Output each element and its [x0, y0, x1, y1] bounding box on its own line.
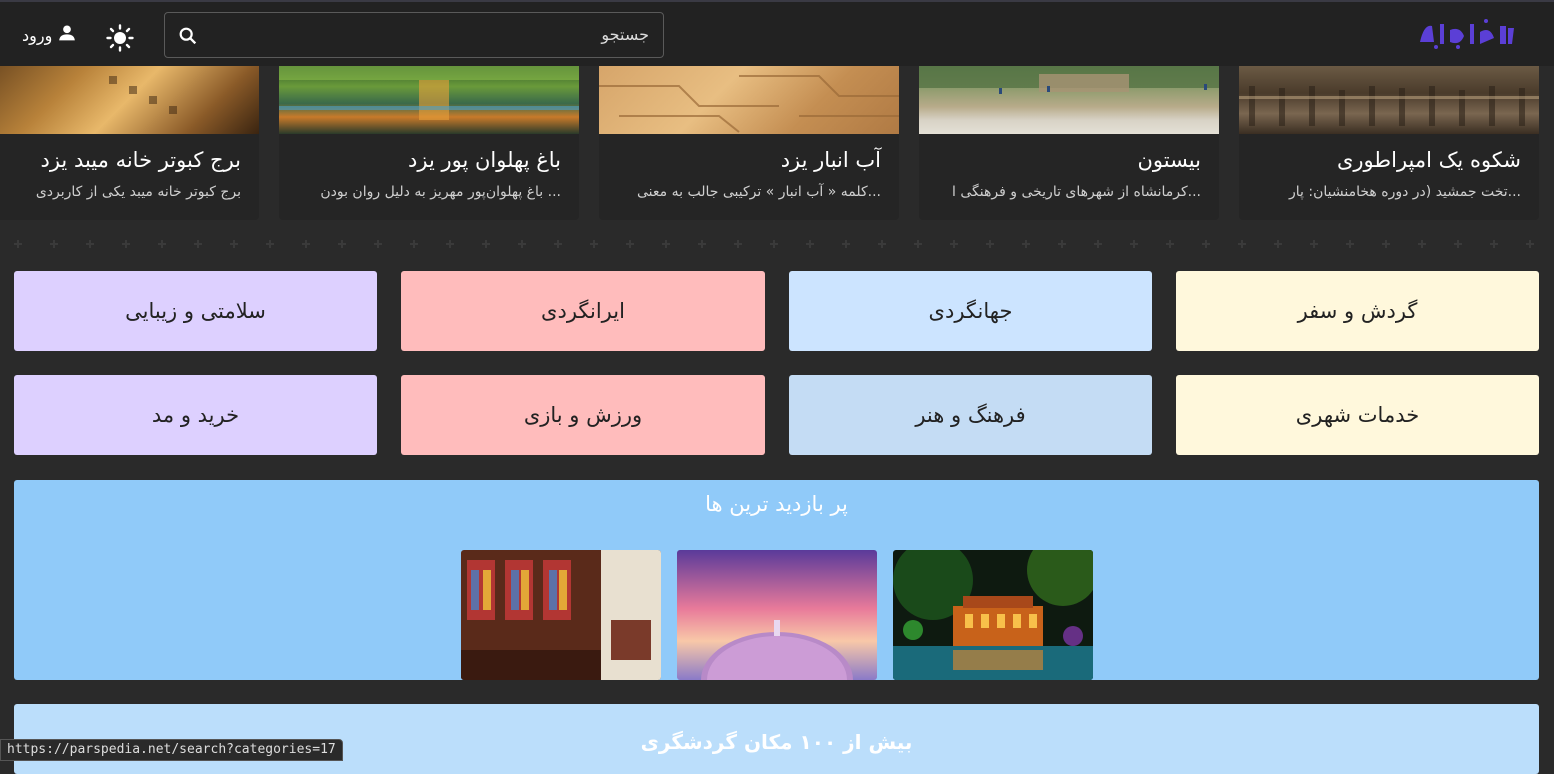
- category-city-services[interactable]: خدمات شهری: [1176, 375, 1539, 455]
- category-label: فرهنگ و هنر: [915, 403, 1026, 427]
- category-travel[interactable]: گردش و سفر: [1176, 271, 1539, 351]
- login-label: ورود: [22, 25, 53, 45]
- card-image: [0, 66, 259, 134]
- card-image: [919, 66, 1219, 134]
- category-label: خدمات شهری: [1295, 403, 1420, 427]
- carousel-card[interactable]: باغ پهلوان پور یزد باغ پهلوان‌پور مهریز …: [279, 66, 579, 220]
- category-label: خرید و مد: [151, 403, 240, 427]
- category-world-tourism[interactable]: جهانگردی: [789, 271, 1152, 351]
- card-description: برج کبوتر خانه میبد یکی از کاربردی‌: [35, 184, 241, 200]
- person-icon: [56, 22, 78, 48]
- category-iran-tourism[interactable]: ایرانگردی: [401, 271, 765, 351]
- card-image: [599, 66, 899, 134]
- card-title: باغ پهلوان پور یزد: [408, 148, 561, 172]
- category-sport-games[interactable]: ورزش و بازی: [401, 375, 765, 455]
- card-title: آب انبار یزد: [780, 148, 881, 172]
- login-button[interactable]: ورود: [22, 22, 78, 48]
- category-shopping-fashion[interactable]: خرید و مد: [14, 375, 377, 455]
- search-placeholder: جستجو: [601, 25, 649, 44]
- card-description: باغ پهلوان‌پور مهریز به دلیل روان بودن .…: [320, 184, 561, 200]
- category-label: ایرانگردی: [541, 299, 625, 323]
- card-description: کلمه « آب انبار » ترکیبی جالب به معنی...: [637, 184, 881, 200]
- category-label: سلامتی و زیبایی: [125, 299, 266, 323]
- category-health-beauty[interactable]: سلامتی و زیبایی: [14, 271, 377, 351]
- card-description: تخت جمشید (در دوره هخامنشیان: پار...: [1289, 184, 1521, 200]
- section-title: پر بازدید ترین ها: [705, 492, 848, 516]
- background-pattern: [0, 226, 1554, 270]
- category-label: جهانگردی: [928, 299, 1013, 323]
- card-image: [1239, 66, 1539, 134]
- place-image: [893, 550, 1093, 680]
- search-input[interactable]: جستجو: [164, 12, 664, 58]
- link-status-bar: https://parspedia.net/search?categories=…: [0, 739, 343, 761]
- sun-icon: [106, 24, 134, 56]
- card-title: شکوه یک امپراطوری: [1336, 148, 1521, 172]
- site-logo[interactable]: [1414, 16, 1516, 52]
- carousel-card[interactable]: برج کبوتر خانه میبد یزد برج کبوتر خانه م…: [0, 66, 259, 220]
- carousel-card[interactable]: بیستون کرمانشاه از شهرهای تاریخی و فرهنگ…: [919, 66, 1219, 220]
- top-app-bar: جستجو ورود: [0, 0, 1554, 66]
- carousel-card[interactable]: شکوه یک امپراطوری تخت جمشید (در دوره هخا…: [1239, 66, 1539, 220]
- place-image: [677, 550, 877, 680]
- card-title: برج کبوتر خانه میبد یزد: [40, 148, 241, 172]
- category-label: ورزش و بازی: [523, 403, 643, 427]
- place-image: [461, 550, 661, 680]
- card-description: کرمانشاه از شهرهای تاریخی و فرهنگی ا...: [952, 184, 1201, 200]
- most-visited-section: پر بازدید ترین ها: [14, 480, 1539, 680]
- popular-place-card[interactable]: [461, 550, 661, 680]
- card-title: بیستون: [1137, 148, 1201, 172]
- featured-carousel: شکوه یک امپراطوری تخت جمشید (در دوره هخا…: [0, 66, 1554, 226]
- category-label: گردش و سفر: [1297, 299, 1418, 323]
- carousel-card[interactable]: آب انبار یزد کلمه « آب انبار » ترکیبی جا…: [599, 66, 899, 220]
- theme-toggle-button[interactable]: [106, 24, 134, 52]
- category-culture-art[interactable]: فرهنگ و هنر: [789, 375, 1152, 455]
- popular-place-card[interactable]: [893, 550, 1093, 680]
- popular-place-card[interactable]: [677, 550, 877, 680]
- search-icon[interactable]: [177, 25, 199, 51]
- card-image: [279, 66, 579, 134]
